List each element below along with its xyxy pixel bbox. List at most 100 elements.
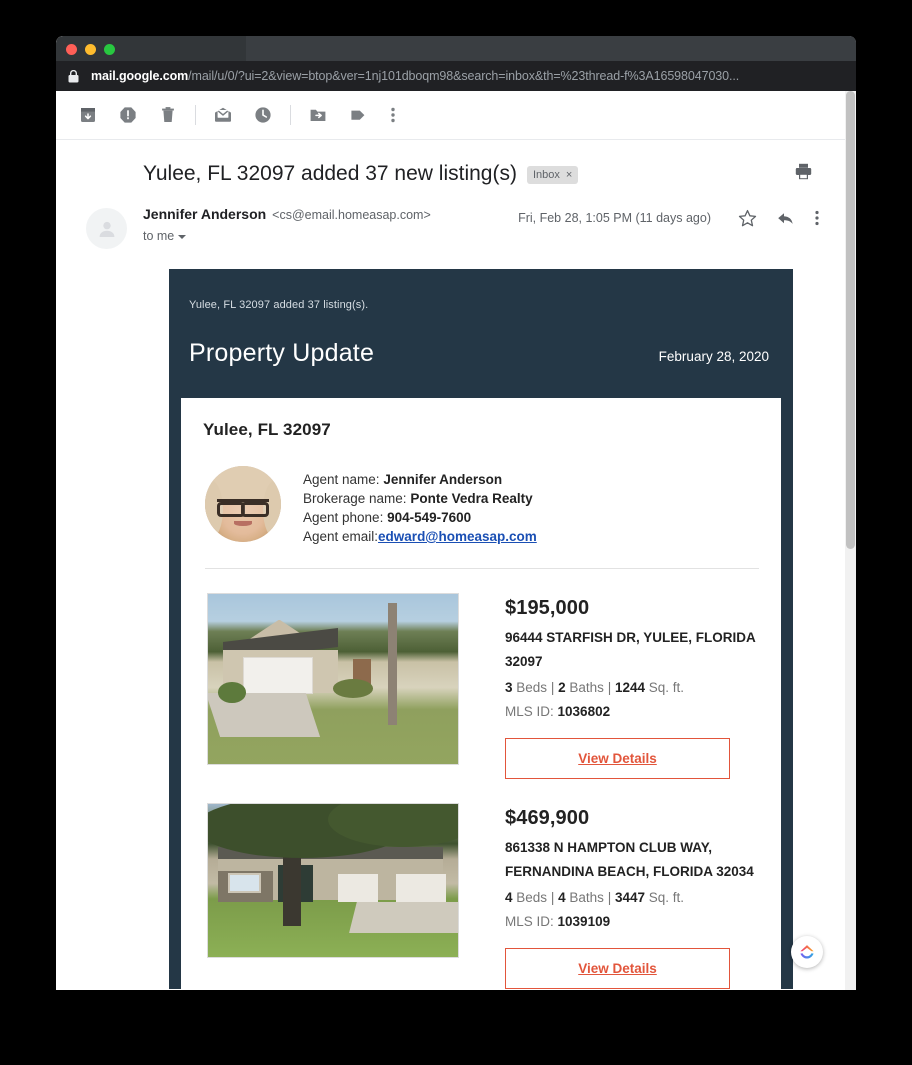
minimize-window-button[interactable] bbox=[85, 44, 96, 55]
sender-name[interactable]: Jennifer Anderson bbox=[143, 206, 266, 222]
agent-details: Agent name: Jennifer Anderson Brokerage … bbox=[303, 466, 537, 546]
agent-brokerage-value: Ponte Vedra Realty bbox=[410, 491, 533, 506]
more-vertical-icon bbox=[391, 107, 395, 123]
print-button[interactable] bbox=[788, 156, 818, 186]
status-badge[interactable]: Inbox × bbox=[526, 166, 579, 184]
labels-button[interactable] bbox=[338, 95, 378, 135]
email-banner: Property Update February 28, 2020 bbox=[169, 311, 793, 398]
star-icon bbox=[738, 209, 756, 226]
toolbar-more-button[interactable] bbox=[378, 95, 408, 135]
view-details-button[interactable]: View Details bbox=[505, 948, 730, 989]
close-window-button[interactable] bbox=[66, 44, 77, 55]
agent-name-label: Agent name: bbox=[303, 472, 380, 487]
recipient-label: to me bbox=[143, 229, 175, 243]
message-more-button[interactable] bbox=[807, 202, 827, 234]
listing-baths-label: Baths bbox=[569, 890, 604, 905]
sender-email: <cs@email.homeasap.com> bbox=[272, 208, 431, 222]
listing-beds: 4 bbox=[505, 890, 513, 905]
label-tag-icon bbox=[351, 110, 365, 120]
page-scrollbar[interactable] bbox=[845, 91, 856, 990]
label-chip-text: Inbox bbox=[532, 169, 560, 181]
reply-icon bbox=[777, 212, 793, 224]
listing-photo[interactable] bbox=[207, 803, 459, 958]
scrollbar-thumb[interactable] bbox=[846, 91, 855, 549]
close-icon[interactable]: × bbox=[566, 169, 572, 181]
agent-phone-label: Agent phone: bbox=[303, 510, 384, 525]
listing-mls: MLS ID: 1036802 bbox=[505, 700, 759, 724]
listing-specs: 4 Beds | 4 Baths | 3447 Sq. ft. bbox=[505, 886, 759, 910]
listing-address: 96444 STARFISH DR, YULEE, FLORIDA 32097 bbox=[505, 630, 756, 669]
mark-unread-button[interactable] bbox=[203, 95, 243, 135]
sender-row: Jennifer Anderson <cs@email.homeasap.com… bbox=[56, 188, 845, 249]
window-traffic-lights bbox=[66, 44, 115, 55]
spec-separator: | bbox=[607, 890, 612, 905]
snooze-button[interactable] bbox=[243, 95, 283, 135]
email-body: Yulee, FL 32097 added 37 listing(s). Pro… bbox=[169, 269, 793, 989]
agent-brokerage-row: Brokerage name: Ponte Vedra Realty bbox=[303, 489, 537, 508]
move-to-folder-icon bbox=[310, 109, 326, 121]
agent-brokerage-label: Brokerage name: bbox=[303, 491, 407, 506]
listing-baths-label: Baths bbox=[569, 680, 604, 695]
listing-baths: 2 bbox=[558, 680, 566, 695]
agent-email-row: Agent email:edward@homeasap.com bbox=[303, 527, 537, 546]
agent-block: Agent name: Jennifer Anderson Brokerage … bbox=[203, 440, 759, 568]
subject-row: Yulee, FL 32097 added 37 new listing(s) … bbox=[56, 140, 845, 188]
listing-photo[interactable] bbox=[207, 593, 459, 765]
listing-price: $195,000 bbox=[505, 597, 590, 619]
agent-phone-value: 904-549-7600 bbox=[387, 510, 472, 525]
reply-button[interactable] bbox=[769, 202, 801, 234]
toolbar-divider bbox=[290, 105, 291, 125]
spec-separator: | bbox=[550, 890, 555, 905]
toolbar-divider bbox=[195, 105, 196, 125]
maximize-window-button[interactable] bbox=[104, 44, 115, 55]
chevron-down-icon bbox=[178, 235, 187, 239]
gmail-page: Yulee, FL 32097 added 37 new listing(s) … bbox=[56, 91, 845, 990]
listing-item: $195,000 96444 STARFISH DR, YULEE, FLORI… bbox=[203, 569, 759, 779]
listing-info: $469,900 861338 N HAMPTON CLUB WAY, FERN… bbox=[505, 803, 759, 989]
more-vertical-icon bbox=[815, 210, 819, 226]
browser-tab-strip[interactable] bbox=[246, 36, 856, 61]
agent-email-link[interactable]: edward@homeasap.com bbox=[378, 529, 537, 544]
email-card: Yulee, FL 32097 Agent name: Jennifer And… bbox=[181, 398, 781, 989]
avatar bbox=[86, 208, 127, 249]
archive-icon bbox=[81, 108, 95, 122]
archive-button[interactable] bbox=[68, 95, 108, 135]
print-icon bbox=[795, 163, 811, 179]
report-spam-button[interactable] bbox=[108, 95, 148, 135]
listing-beds-label: Beds bbox=[516, 890, 548, 905]
gmail-action-toolbar bbox=[56, 91, 845, 140]
listing-address: 861338 N HAMPTON CLUB WAY, FERNANDINA BE… bbox=[505, 840, 754, 879]
browser-address-bar[interactable]: mail.google.com/mail/u/0/?ui=2&view=btop… bbox=[56, 61, 856, 91]
window-titlebar bbox=[56, 36, 856, 61]
listing-mls: MLS ID: 1039109 bbox=[505, 910, 759, 934]
card-title: Yulee, FL 32097 bbox=[203, 420, 331, 439]
listing-baths: 4 bbox=[558, 890, 566, 905]
listing-item: $469,900 861338 N HAMPTON CLUB WAY, FERN… bbox=[203, 779, 759, 989]
listing-sqft: 3447 bbox=[614, 890, 646, 905]
listing-sqft-label: Sq. ft. bbox=[648, 890, 685, 905]
homeasap-badge[interactable] bbox=[791, 936, 823, 968]
banner-title: Property Update bbox=[189, 339, 375, 367]
listing-beds-label: Beds bbox=[516, 680, 548, 695]
trash-icon bbox=[162, 107, 174, 122]
clock-icon bbox=[255, 107, 271, 123]
move-to-button[interactable] bbox=[298, 95, 338, 135]
person-icon bbox=[99, 221, 114, 237]
banner-date: February 28, 2020 bbox=[658, 349, 769, 364]
listing-mls-label: MLS ID: bbox=[505, 914, 554, 929]
star-button[interactable] bbox=[731, 202, 763, 234]
view-details-button[interactable]: View Details bbox=[505, 738, 730, 779]
mark-unread-icon bbox=[215, 107, 231, 122]
listing-info: $195,000 96444 STARFISH DR, YULEE, FLORI… bbox=[505, 593, 759, 779]
url-host: mail.google.com bbox=[91, 69, 189, 83]
agent-phone-row: Agent phone: 904-549-7600 bbox=[303, 508, 537, 527]
listing-price: $469,900 bbox=[505, 807, 590, 829]
email-preheader: Yulee, FL 32097 added 37 listing(s). bbox=[189, 299, 369, 311]
browser-window: mail.google.com/mail/u/0/?ui=2&view=btop… bbox=[56, 36, 856, 990]
delete-button[interactable] bbox=[148, 95, 188, 135]
spec-separator: | bbox=[550, 680, 555, 695]
listing-mls-value: 1039109 bbox=[557, 914, 611, 929]
listing-mls-label: MLS ID: bbox=[505, 704, 554, 719]
url-text: mail.google.com/mail/u/0/?ui=2&view=btop… bbox=[91, 69, 739, 83]
message-actions: Fri, Feb 28, 1:05 PM (11 days ago) bbox=[518, 202, 827, 234]
